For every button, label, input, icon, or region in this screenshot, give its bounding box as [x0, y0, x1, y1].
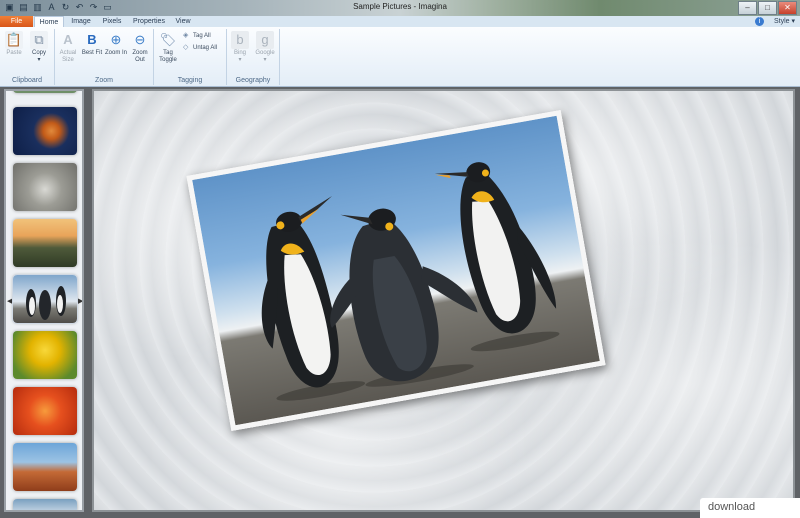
zoom-in-button[interactable]: ⊕ Zoom In — [104, 31, 128, 57]
watermark-logo: download — [700, 498, 800, 518]
best-fit-icon: B — [87, 32, 97, 47]
right-arrow-icon: ▶ — [78, 298, 84, 305]
thumbnail-desert[interactable] — [13, 443, 77, 491]
copy-label: Copy — [31, 50, 46, 56]
copy-button[interactable]: ⧉ Copy ▾ — [27, 31, 51, 64]
clipboard-group: 📋 Paste ⧉ Copy ▾ Clipboard — [0, 29, 55, 85]
google-button[interactable]: g Google ▾ — [253, 31, 277, 64]
google-label: Google — [255, 50, 275, 56]
watermark-text: download — [708, 501, 756, 513]
zoom-in-icon: ⊕ — [110, 32, 122, 47]
untag-all-button[interactable]: ◇ Untag All — [183, 44, 217, 53]
zoom-out-label: Zoom Out — [132, 50, 148, 63]
zoom-out-button[interactable]: ⊖ Zoom Out — [128, 31, 152, 64]
zoom-in-label: Zoom In — [104, 50, 127, 56]
style-menu[interactable]: Style ▾ — [774, 16, 795, 27]
untag-all-icon: ◇ — [183, 44, 189, 51]
image-canvas[interactable] — [92, 89, 795, 512]
copy-icon: ⧉ — [30, 31, 48, 49]
help-icon[interactable]: i — [755, 17, 764, 26]
ribbon-tab-row: File Home Image Pixels Properties View i… — [0, 16, 800, 27]
tag-toggle-label: Tag Toggle — [159, 50, 177, 63]
best-fit-label: Best Fit — [81, 50, 103, 56]
main-photo[interactable] — [186, 109, 606, 432]
bing-label: Bing — [233, 50, 246, 56]
actual-size-button[interactable]: A Actual Size — [56, 31, 80, 64]
thumbnail-partial-bottom[interactable] — [13, 499, 77, 510]
thumbnail-chrysanthemum[interactable] — [13, 387, 77, 435]
tagging-group: 🏷 Tag Toggle ◈ Tag All ◇ Untag All Tagging — [154, 29, 227, 85]
tab-view[interactable]: View — [171, 16, 195, 27]
clipboard-group-label: Clipboard — [12, 77, 42, 84]
tag-icon: 🏷 — [159, 32, 177, 47]
tagging-group-label: Tagging — [177, 77, 203, 84]
bing-icon: b — [231, 31, 249, 49]
bing-button[interactable]: b Bing ▾ — [228, 31, 252, 64]
tab-properties[interactable]: Properties — [130, 16, 168, 27]
tab-home[interactable]: Home — [34, 16, 64, 27]
geography-group: b Bing ▾ g Google ▾ Geography — [227, 29, 280, 85]
window-controls: ‒ □ ✕ — [738, 1, 797, 15]
best-fit-button[interactable]: B Best Fit — [80, 31, 104, 57]
penguins-photo-graphic — [261, 162, 560, 401]
tab-file[interactable]: File — [0, 16, 33, 27]
left-arrow-icon: ◀ — [7, 298, 13, 305]
window-title: Sample Pictures - Imagina — [353, 2, 447, 11]
thumbnail-tulips[interactable] — [13, 331, 77, 379]
tag-toggle-button[interactable]: 🏷 Tag Toggle — [156, 31, 180, 64]
thumbnail-jellyfish[interactable] — [13, 107, 77, 155]
maximize-button[interactable]: □ — [758, 1, 777, 15]
paste-button[interactable]: 📋 Paste — [2, 31, 26, 57]
thumbnail-penguins[interactable] — [12, 274, 78, 324]
tag-all-button[interactable]: ◈ Tag All — [183, 32, 211, 41]
tag-all-label: Tag All — [193, 33, 211, 39]
untag-all-label: Untag All — [193, 45, 218, 51]
minimize-button[interactable]: ‒ — [738, 1, 757, 15]
zoom-group: A Actual Size B Best Fit ⊕ Zoom In ⊖ Zoo… — [55, 29, 154, 85]
thumbnail-lighthouse[interactable] — [13, 219, 77, 267]
title-bar: ▣ ▤ ▥ A ↻ ↶ ↷ ▭ Sample Pictures - Imagin… — [0, 0, 800, 16]
thumbnail-partial[interactable] — [13, 91, 77, 93]
paste-icon: 📋 — [5, 31, 23, 49]
close-button[interactable]: ✕ — [778, 1, 797, 15]
penguins-thumb-graphic — [26, 286, 66, 320]
geography-group-label: Geography — [235, 77, 271, 84]
actual-size-icon: A — [63, 32, 73, 47]
style-menu-label: Style — [773, 18, 790, 25]
thumbnail-koala[interactable] — [13, 163, 77, 211]
thumbnail-panel[interactable]: ◀ ▶ — [4, 89, 84, 512]
zoom-group-label: Zoom — [95, 77, 113, 84]
tag-all-icon: ◈ — [183, 32, 189, 39]
google-icon: g — [256, 31, 274, 49]
zoom-out-icon: ⊖ — [134, 32, 146, 47]
tab-image[interactable]: Image — [68, 16, 94, 27]
paste-label: Paste — [6, 50, 22, 56]
actual-size-label: Actual Size — [59, 50, 77, 63]
ribbon: 📋 Paste ⧉ Copy ▾ Clipboard A Actual Size … — [0, 27, 800, 87]
tab-pixels[interactable]: Pixels — [98, 16, 126, 27]
